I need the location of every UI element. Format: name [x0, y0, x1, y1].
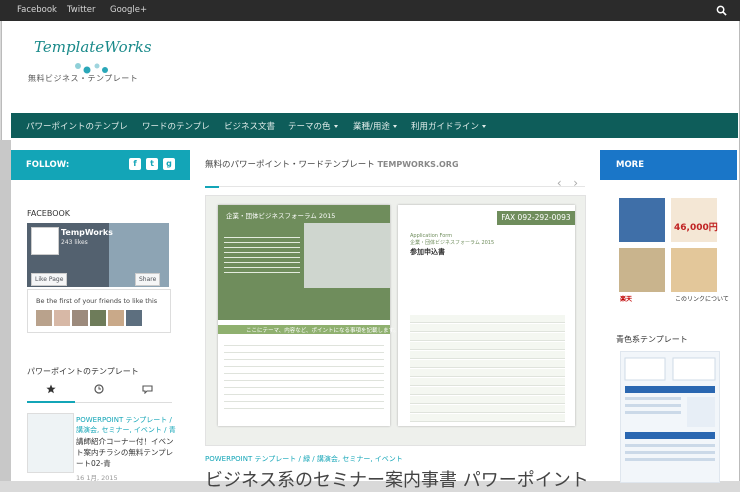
- fb-like-button[interactable]: Like Page: [31, 273, 68, 286]
- blue-templates-heading: 青色系テンプレート: [616, 335, 688, 344]
- form-rows: [410, 315, 565, 423]
- section-heading: 無料のパワーポイント・ワードテンプレート TEMPWORKS.ORG: [205, 158, 459, 170]
- chevron-down-icon: [333, 125, 338, 128]
- follow-label: FOLLOW:: [26, 160, 70, 170]
- nav-item-powerpoint[interactable]: パワーポイントのテンプレ: [26, 120, 128, 132]
- ad-image: [619, 198, 665, 242]
- nav-item-word[interactable]: ワードのテンプレ: [142, 120, 210, 132]
- flyer-body-lines: [224, 339, 384, 419]
- avatar[interactable]: [126, 310, 142, 326]
- post-thumbnail[interactable]: [27, 413, 74, 473]
- nav-item-theme-color-label: テーマの色: [288, 122, 331, 132]
- more-label: MORE: [616, 160, 645, 170]
- post-headline[interactable]: ビジネス系のセミナー案内事書 パワーポイント: [205, 466, 589, 492]
- fb-page-avatar: [31, 227, 59, 255]
- avatar[interactable]: [90, 310, 106, 326]
- avatar[interactable]: [54, 310, 70, 326]
- fb-friends-box: Be the first of your friends to like thi…: [27, 289, 171, 333]
- fb-likes: 243 likes: [61, 239, 88, 246]
- left-gutter: [0, 140, 11, 481]
- template-preview-flyer: 企業・団体ビジネスフォーラム 2015 ここにテーマ、内容など、ポイントになる事…: [218, 205, 399, 426]
- fb-share-button[interactable]: Share: [135, 273, 161, 286]
- logo-tagline: 無料ビジネス・テンプレート: [28, 74, 139, 83]
- nav-item-guidelines[interactable]: 利用ガイドライン: [411, 120, 487, 132]
- flyer-text-lines: [224, 233, 300, 293]
- slider-arrows: ‹ ›: [557, 176, 578, 190]
- featured-slide[interactable]: 企業・団体ビジネスフォーラム 2015 ここにテーマ、内容など、ポイントになる事…: [205, 195, 586, 446]
- topbar-link-twitter[interactable]: Twitter: [67, 5, 96, 15]
- ad-caption[interactable]: このリンクについて: [675, 294, 729, 303]
- post-category[interactable]: POWERPOINT テンプレート / 講演会, セミナー, イベント / 青: [76, 415, 176, 435]
- tab-popular[interactable]: [27, 384, 75, 403]
- right-sidebar: MORE 46,000円 楽天 このリンクについて 青色系テンプレート: [600, 150, 737, 483]
- more-bar: MORE: [600, 150, 737, 180]
- top-bar: Facebook Twitter Google+: [0, 0, 740, 21]
- flyer-theme-text: ここにテーマ、内容など、ポイントになる事項を記載します。: [246, 328, 399, 334]
- clock-icon: [94, 384, 104, 394]
- form-title: 参加申込書: [410, 248, 445, 256]
- chevron-left-icon[interactable]: ‹: [557, 176, 562, 190]
- chevron-down-icon: [392, 125, 397, 128]
- flyer-theme-bar: ここにテーマ、内容など、ポイントになる事項を記載します。: [218, 325, 399, 334]
- topbar-link-facebook[interactable]: Facebook: [17, 5, 57, 15]
- form-fax-number: FAX 092-292-0093: [497, 211, 575, 225]
- topbar-link-googleplus[interactable]: Google+: [110, 5, 147, 15]
- comment-icon: [141, 385, 153, 395]
- blue-template-thumbnail[interactable]: [620, 351, 720, 483]
- search-icon[interactable]: [716, 5, 727, 16]
- powerpoint-widget-heading: パワーポイントのテンプレート: [27, 367, 139, 376]
- chevron-right-icon[interactable]: ›: [573, 176, 578, 190]
- template-thumbnail-art: [624, 357, 716, 461]
- facebook-icon[interactable]: f: [129, 158, 141, 170]
- section-divider: [205, 186, 585, 188]
- post-title[interactable]: 講師紹介コーナー付！イベント案内チラシの無料テンプレート02-青: [76, 436, 176, 469]
- left-sidebar: FOLLOW: f t g FACEBOOK TempWorks 243 lik…: [11, 150, 190, 482]
- site-logo[interactable]: TemplateWorks 無料ビジネス・テンプレート: [24, 36, 152, 94]
- section-heading-text: 無料のパワーポイント・ワードテンプレート: [205, 160, 375, 170]
- main-nav: パワーポイントのテンプレ ワードのテンプレ ビジネス文書 テーマの色 業種/用途…: [11, 113, 738, 138]
- template-preview-form: FAX 092-292-0093 Application Form 企業・団体ビ…: [398, 205, 575, 426]
- nav-item-industry-label: 業種/用途: [353, 122, 390, 132]
- logo-name: TemplateWorks: [34, 38, 152, 56]
- form-subtitle: Application Form 企業・団体ビジネスフォーラム 2015: [410, 233, 495, 246]
- fb-page-name[interactable]: TempWorks: [61, 228, 113, 237]
- section-heading-site: TEMPWORKS.ORG: [377, 160, 459, 169]
- tab-comments[interactable]: [123, 384, 171, 401]
- nav-item-industry[interactable]: 業種/用途: [353, 120, 397, 132]
- chevron-down-icon: [482, 125, 487, 128]
- twitter-icon[interactable]: t: [146, 158, 158, 170]
- avatar[interactable]: [72, 310, 88, 326]
- fb-friends-text: Be the first of your friends to like thi…: [36, 297, 158, 305]
- ad-brand: 楽天: [620, 296, 633, 303]
- ad-image: [619, 248, 665, 292]
- ad-price: 46,000円: [674, 223, 718, 233]
- main-content: 無料のパワーポイント・ワードテンプレート TEMPWORKS.ORG ‹ › 企…: [198, 150, 592, 491]
- nav-item-business-docs[interactable]: ビジネス文書: [224, 120, 275, 132]
- tab-recent[interactable]: [75, 384, 123, 401]
- flyer-photo: [304, 223, 390, 288]
- nav-item-guidelines-label: 利用ガイドライン: [411, 122, 480, 132]
- follow-bar: FOLLOW: f t g: [11, 150, 190, 180]
- facebook-page-widget[interactable]: TempWorks 243 likes Like Page Share: [27, 223, 169, 287]
- googleplus-icon[interactable]: g: [163, 158, 175, 170]
- ad-image: 46,000円: [671, 198, 718, 242]
- star-icon: [46, 384, 56, 394]
- post-meta[interactable]: POWERPOINT テンプレート / 緑 / 講演会, セミナー, イベント: [205, 454, 403, 464]
- rakuten-ad[interactable]: 46,000円 楽天 このリンクについて: [619, 198, 729, 303]
- ad-image: [671, 248, 717, 292]
- avatar[interactable]: [108, 310, 124, 326]
- flyer-header: 企業・団体ビジネスフォーラム 2015: [218, 205, 390, 320]
- sidebar-tabs: [27, 384, 172, 403]
- avatar[interactable]: [36, 310, 52, 326]
- nav-item-theme-color[interactable]: テーマの色: [288, 120, 338, 132]
- facebook-heading: FACEBOOK: [27, 209, 71, 218]
- divider-accent: [205, 186, 219, 188]
- flyer-title: 企業・団体ビジネスフォーラム 2015: [226, 212, 336, 220]
